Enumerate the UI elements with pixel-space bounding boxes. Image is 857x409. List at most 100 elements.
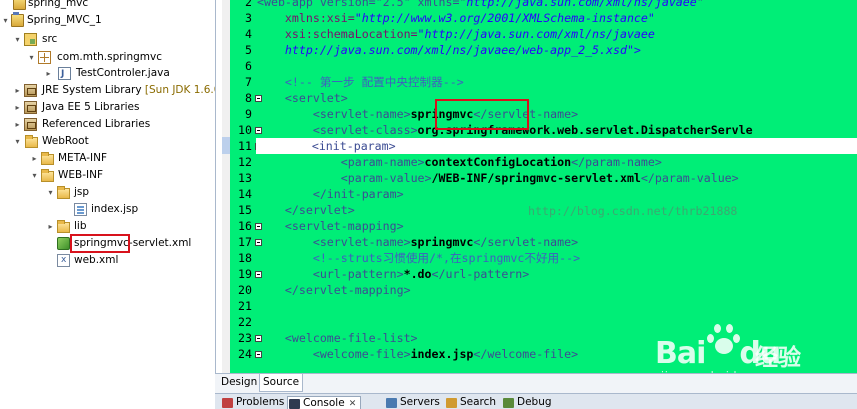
debug-icon [503,398,514,408]
tab-servers[interactable]: Servers [385,396,440,409]
code-line-13[interactable]: <param-value>/WEB-INF/springmvc-servlet.… [257,170,739,186]
search-icon [446,398,457,408]
views-tab-bar: Problems Console ✕ Servers Search Debug [215,393,857,409]
tree-item-java-file[interactable]: ▸ TestControler.java [0,65,215,83]
tab-console[interactable]: Console ✕ [287,396,362,409]
expand-toggle-icon[interactable]: ▸ [13,99,22,116]
expand-toggle-icon[interactable]: ▸ [13,116,22,133]
code-line-5[interactable]: http://java.sun.com/xml/ns/javaee/web-ap… [257,42,641,58]
code-line-15[interactable]: </servlet> [257,202,355,218]
line-number: 14 [238,187,252,201]
java-file-icon [58,66,71,83]
line-number: 8 [245,91,252,105]
line-number: 3 [245,11,252,25]
code-line-3[interactable]: xmlns:xsi="http://www.w3.org/2001/XMLSch… [257,10,655,26]
project-icon [11,12,24,27]
line-number: 15 [238,203,252,217]
expand-toggle-icon[interactable]: ▾ [27,49,36,66]
servers-icon [386,398,397,408]
code-line-23[interactable]: <welcome-file-list> [257,330,418,346]
tree-item-webroot[interactable]: ▾ WebRoot [0,133,215,150]
tab-design[interactable]: Design [218,374,260,391]
library-icon [24,101,37,114]
code-line-8[interactable]: <servlet> [257,90,348,106]
code-line-9[interactable]: <servlet-name>springmvc</servlet-name> [257,106,578,122]
tree-item-meta-inf[interactable]: ▸ META-INF [0,150,215,167]
editor-mode-tabs: Design Source [215,373,857,394]
line-number: 12 [238,155,252,169]
code-line-18[interactable]: <!--struts习惯使用/*,在springmvc不好用--> [257,250,580,266]
line-number: 7 [245,75,252,89]
xml-editor[interactable]: 2 3 4 5 6 7 8 9 10 11 12 13 14 15 16 17 … [222,0,857,373]
problems-icon [222,398,233,408]
highlight-box [70,234,130,253]
tree-item-jsp-folder[interactable]: ▾ jsp [0,184,215,201]
folder-icon [41,169,54,182]
tree-item-package[interactable]: ▾ com.mth.springmvc [0,49,215,66]
line-number: 16 [238,219,252,233]
blog-watermark: http://blog.csdn.net/thrb21888 [528,204,738,218]
jsp-file-icon [74,203,87,216]
xml-file-icon [57,252,70,269]
package-explorer: spring_mvc ▾ Spring_MVC_1 ▾ src ▾ com.mt… [0,0,216,408]
library-icon [24,84,37,97]
tab-search[interactable]: Search [445,396,496,409]
tab-problems[interactable]: Problems [221,396,284,409]
tree-item-jre-library[interactable]: ▸ JRE System Library [Sun JDK 1.6.0_ [0,82,215,99]
line-number: 17 [238,235,252,249]
code-line-16[interactable]: <servlet-mapping> [257,218,404,234]
expand-toggle-icon[interactable]: ▾ [1,12,10,29]
expand-toggle-icon[interactable]: ▾ [46,184,55,201]
baidu-paw-icon [707,322,741,356]
expand-toggle-icon[interactable]: ▸ [44,65,53,82]
folder-icon [57,186,70,199]
source-folder-icon [24,33,37,46]
line-number: 4 [245,27,252,41]
tree-item-web-inf[interactable]: ▾ WEB-INF [0,167,215,184]
spring-xml-icon [57,237,70,250]
line-number: 6 [245,59,252,73]
code-line-7[interactable]: <!-- 第一步 配置中央控制器--> [257,74,464,90]
line-number: 18 [238,251,252,265]
line-number: 23 [238,331,252,345]
current-line-marker [222,137,230,154]
line-number: 11 [238,139,252,153]
line-number-gutter: 2 3 4 5 6 7 8 9 10 11 12 13 14 15 16 17 … [230,0,262,373]
tree-item-spring-mvc[interactable]: spring_mvc [0,0,215,12]
line-number: 24 [238,347,252,361]
code-line-11-current[interactable]: <init-param> [256,138,857,154]
code-line-12[interactable]: <param-name>contextConfigLocation</param… [257,154,662,170]
code-line-14[interactable]: </init-param> [257,186,404,202]
line-number: 19 [238,267,252,281]
tree-item-spring-mvc-1[interactable]: ▾ Spring_MVC_1 [0,12,215,29]
line-number: 20 [238,283,252,297]
project-icon [13,0,26,10]
tree-item-referenced-libraries[interactable]: ▸ Referenced Libraries [0,116,215,133]
tree-item-javaee-libraries[interactable]: ▸ Java EE 5 Libraries [0,99,215,116]
code-line-19[interactable]: <url-pattern>*.do</url-pattern> [257,266,529,282]
expand-toggle-icon[interactable]: ▾ [13,31,22,48]
tree-item-web-xml[interactable]: web.xml [0,252,215,269]
expand-toggle-icon[interactable]: ▸ [30,150,39,167]
line-number: 13 [238,171,252,185]
tree-item-index-jsp[interactable]: index.jsp [0,201,215,218]
code-line-24[interactable]: <welcome-file>index.jsp</welcome-file> [257,346,578,362]
library-icon [24,118,37,131]
expand-toggle-icon[interactable]: ▾ [30,167,39,184]
code-line-4[interactable]: xsi:schemaLocation="http://java.sun.com/… [257,26,655,42]
code-line-20[interactable]: </servlet-mapping> [257,282,411,298]
expand-toggle-icon[interactable]: ▾ [13,133,22,150]
code-line-17[interactable]: <servlet-name>springmvc</servlet-name> [257,234,578,250]
folder-icon [41,152,54,165]
line-number: 2 [245,0,252,9]
expand-toggle-icon[interactable]: ▸ [46,218,55,235]
tree-item-lib-folder[interactable]: ▸ lib [0,218,215,235]
tree-item-src[interactable]: ▾ src [0,31,215,48]
tab-source[interactable]: Source [259,374,304,392]
tab-debug[interactable]: Debug [502,396,552,409]
code-line-2[interactable]: <web-app version="2.5" xmlns="http://jav… [257,0,704,10]
folder-icon [25,135,38,148]
package-icon [38,51,51,64]
folder-icon [57,220,70,233]
expand-toggle-icon[interactable]: ▸ [13,82,22,99]
